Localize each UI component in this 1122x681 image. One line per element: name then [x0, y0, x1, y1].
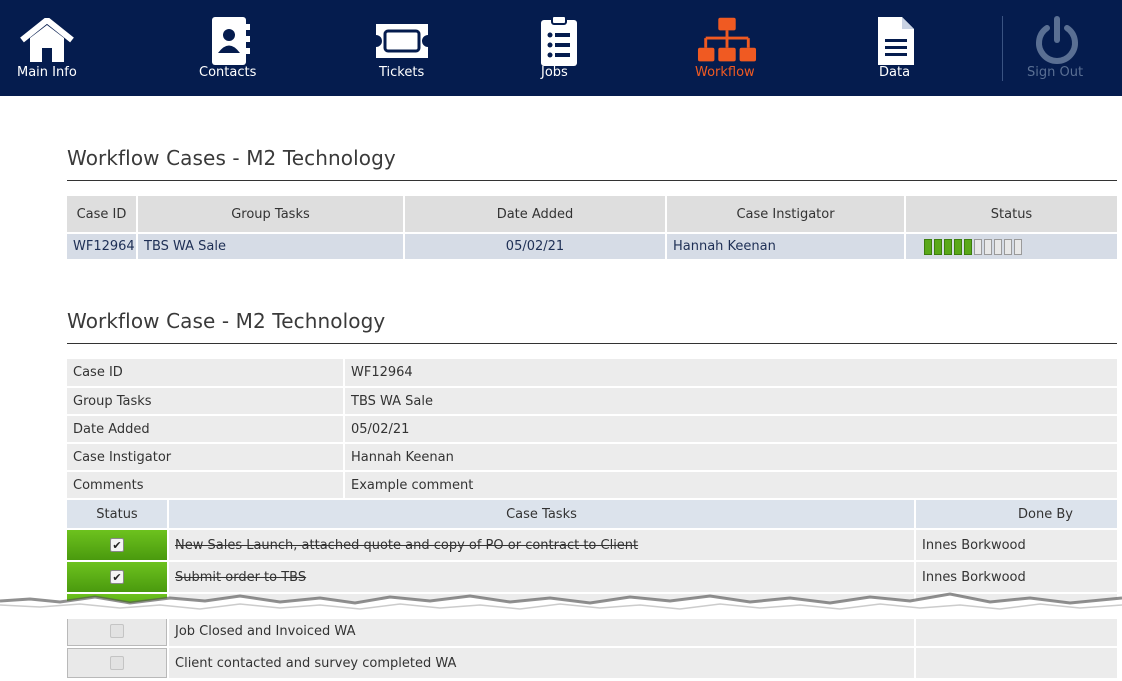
task-status-button[interactable]: ✔	[67, 530, 167, 560]
nav-label: Main Info	[17, 65, 77, 80]
column-header: Status	[67, 500, 169, 530]
table-row: Job Closed and Invoiced WA	[67, 615, 1117, 648]
task-name-cell: Job Closed and Invoiced WA	[168, 615, 916, 648]
detail-value: TBS WA Sale	[344, 387, 1117, 416]
nav-sign-out[interactable]: Sign Out	[1027, 0, 1087, 96]
nav-main-info[interactable]: Main Info	[17, 0, 77, 96]
tasks-table-header: Status Case Tasks Done By	[67, 500, 1117, 530]
task-done-by-cell: Innes Borkwood	[915, 529, 1117, 562]
contacts-book-icon	[199, 16, 259, 66]
task-name: New Sales Launch, attached quote and cop…	[175, 537, 639, 553]
status-segment-filled	[924, 238, 932, 255]
detail-label: Group Tasks	[67, 387, 345, 416]
checkbox-unchecked-icon[interactable]	[110, 656, 124, 670]
detail-row: Date Added 05/02/21	[67, 415, 1117, 444]
cases-table-header: Case ID Group Tasks Date Added Case Inst…	[67, 196, 1117, 233]
task-name: Submit order to TBS	[175, 569, 307, 585]
nav-label: Jobs	[541, 65, 568, 80]
nav-label: Workflow	[695, 65, 755, 80]
column-header: Group Tasks	[137, 196, 405, 233]
status-segment-filled	[934, 238, 942, 255]
ticket-icon	[372, 16, 432, 66]
detail-label: Case Instigator	[67, 443, 345, 472]
clipboard-list-icon	[529, 15, 589, 66]
status-progress-bar	[912, 238, 1111, 255]
detail-value: Example comment	[344, 471, 1117, 500]
task-done-by-cell	[915, 647, 1117, 680]
group-tasks-cell: TBS WA Sale	[137, 232, 405, 259]
column-header: Case Instigator	[666, 196, 906, 233]
detail-row: Comments Example comment	[67, 471, 1117, 500]
status-segment-empty	[974, 238, 982, 255]
detail-value: 05/02/21	[344, 415, 1117, 444]
detail-row: Case ID WF12964	[67, 359, 1117, 388]
column-header: Done By	[915, 500, 1117, 530]
detail-label: Case ID	[67, 359, 345, 388]
status-cell	[905, 232, 1117, 259]
detail-row: Group Tasks TBS WA Sale	[67, 387, 1117, 416]
detail-value: Hannah Keenan	[344, 443, 1117, 472]
column-header: Date Added	[404, 196, 667, 233]
section-divider	[67, 180, 1117, 181]
home-icon	[17, 16, 77, 66]
case-id-cell[interactable]: WF12964	[67, 232, 138, 259]
nav-tickets[interactable]: Tickets	[374, 0, 430, 96]
task-done-by-cell	[915, 615, 1117, 648]
task-status-cell	[67, 615, 169, 648]
case-section-title: Workflow Case - M2 Technology	[67, 309, 386, 333]
status-segment-empty	[984, 238, 992, 255]
nav-divider	[1002, 16, 1003, 81]
nav-label: Sign Out	[1027, 65, 1084, 80]
task-status-cell	[67, 647, 169, 680]
column-header: Case Tasks	[168, 500, 916, 530]
date-added-cell: 05/02/21	[404, 232, 667, 259]
nav-data[interactable]: Data	[876, 0, 916, 96]
nav-jobs[interactable]: Jobs	[539, 0, 579, 96]
status-segment-filled	[964, 238, 972, 255]
document-icon	[866, 16, 926, 66]
nav-label: Contacts	[199, 65, 257, 80]
checkbox-checked-icon[interactable]: ✔	[110, 570, 124, 584]
power-icon	[1027, 16, 1087, 66]
checkbox-checked-icon[interactable]: ✔	[110, 538, 124, 552]
nav-workflow[interactable]: Workflow	[695, 0, 759, 96]
status-segment-empty	[1014, 238, 1022, 255]
top-nav-bar: Main Info Contacts Tickets Jobs Workflow…	[0, 0, 1122, 96]
org-chart-icon	[697, 16, 757, 66]
nav-label: Tickets	[379, 65, 425, 80]
detail-value: WF12964	[344, 359, 1117, 388]
cases-table: Case ID Group Tasks Date Added Case Inst…	[67, 196, 1117, 259]
section-divider	[67, 343, 1117, 344]
task-status-button[interactable]	[67, 616, 167, 646]
instigator-cell: Hannah Keenan	[666, 232, 906, 259]
table-row: ✔ New Sales Launch, attached quote and c…	[67, 529, 1117, 562]
torn-edge-divider	[0, 592, 1122, 619]
task-name-cell: Client contacted and survey completed WA	[168, 647, 916, 680]
detail-label: Comments	[67, 471, 345, 500]
status-segment-empty	[994, 238, 1002, 255]
status-segment-filled	[944, 238, 952, 255]
status-segment-filled	[954, 238, 962, 255]
detail-row: Case Instigator Hannah Keenan	[67, 443, 1117, 472]
table-row[interactable]: WF12964 TBS WA Sale 05/02/21 Hannah Keen…	[67, 232, 1117, 259]
column-header: Status	[905, 196, 1117, 233]
checkbox-unchecked-icon[interactable]	[110, 624, 124, 638]
task-name-cell: New Sales Launch, attached quote and cop…	[168, 529, 916, 562]
detail-label: Date Added	[67, 415, 345, 444]
nav-label: Data	[879, 65, 911, 80]
task-status-button[interactable]	[67, 648, 167, 678]
table-row: Client contacted and survey completed WA	[67, 647, 1117, 680]
task-status-cell: ✔	[67, 529, 169, 562]
cases-section-title: Workflow Cases - M2 Technology	[67, 146, 396, 170]
case-details-table: Case ID WF12964 Group Tasks TBS WA Sale Da…	[67, 359, 1117, 500]
status-segment-empty	[1004, 238, 1012, 255]
nav-contacts[interactable]: Contacts	[199, 0, 259, 96]
column-header: Case ID	[67, 196, 138, 233]
